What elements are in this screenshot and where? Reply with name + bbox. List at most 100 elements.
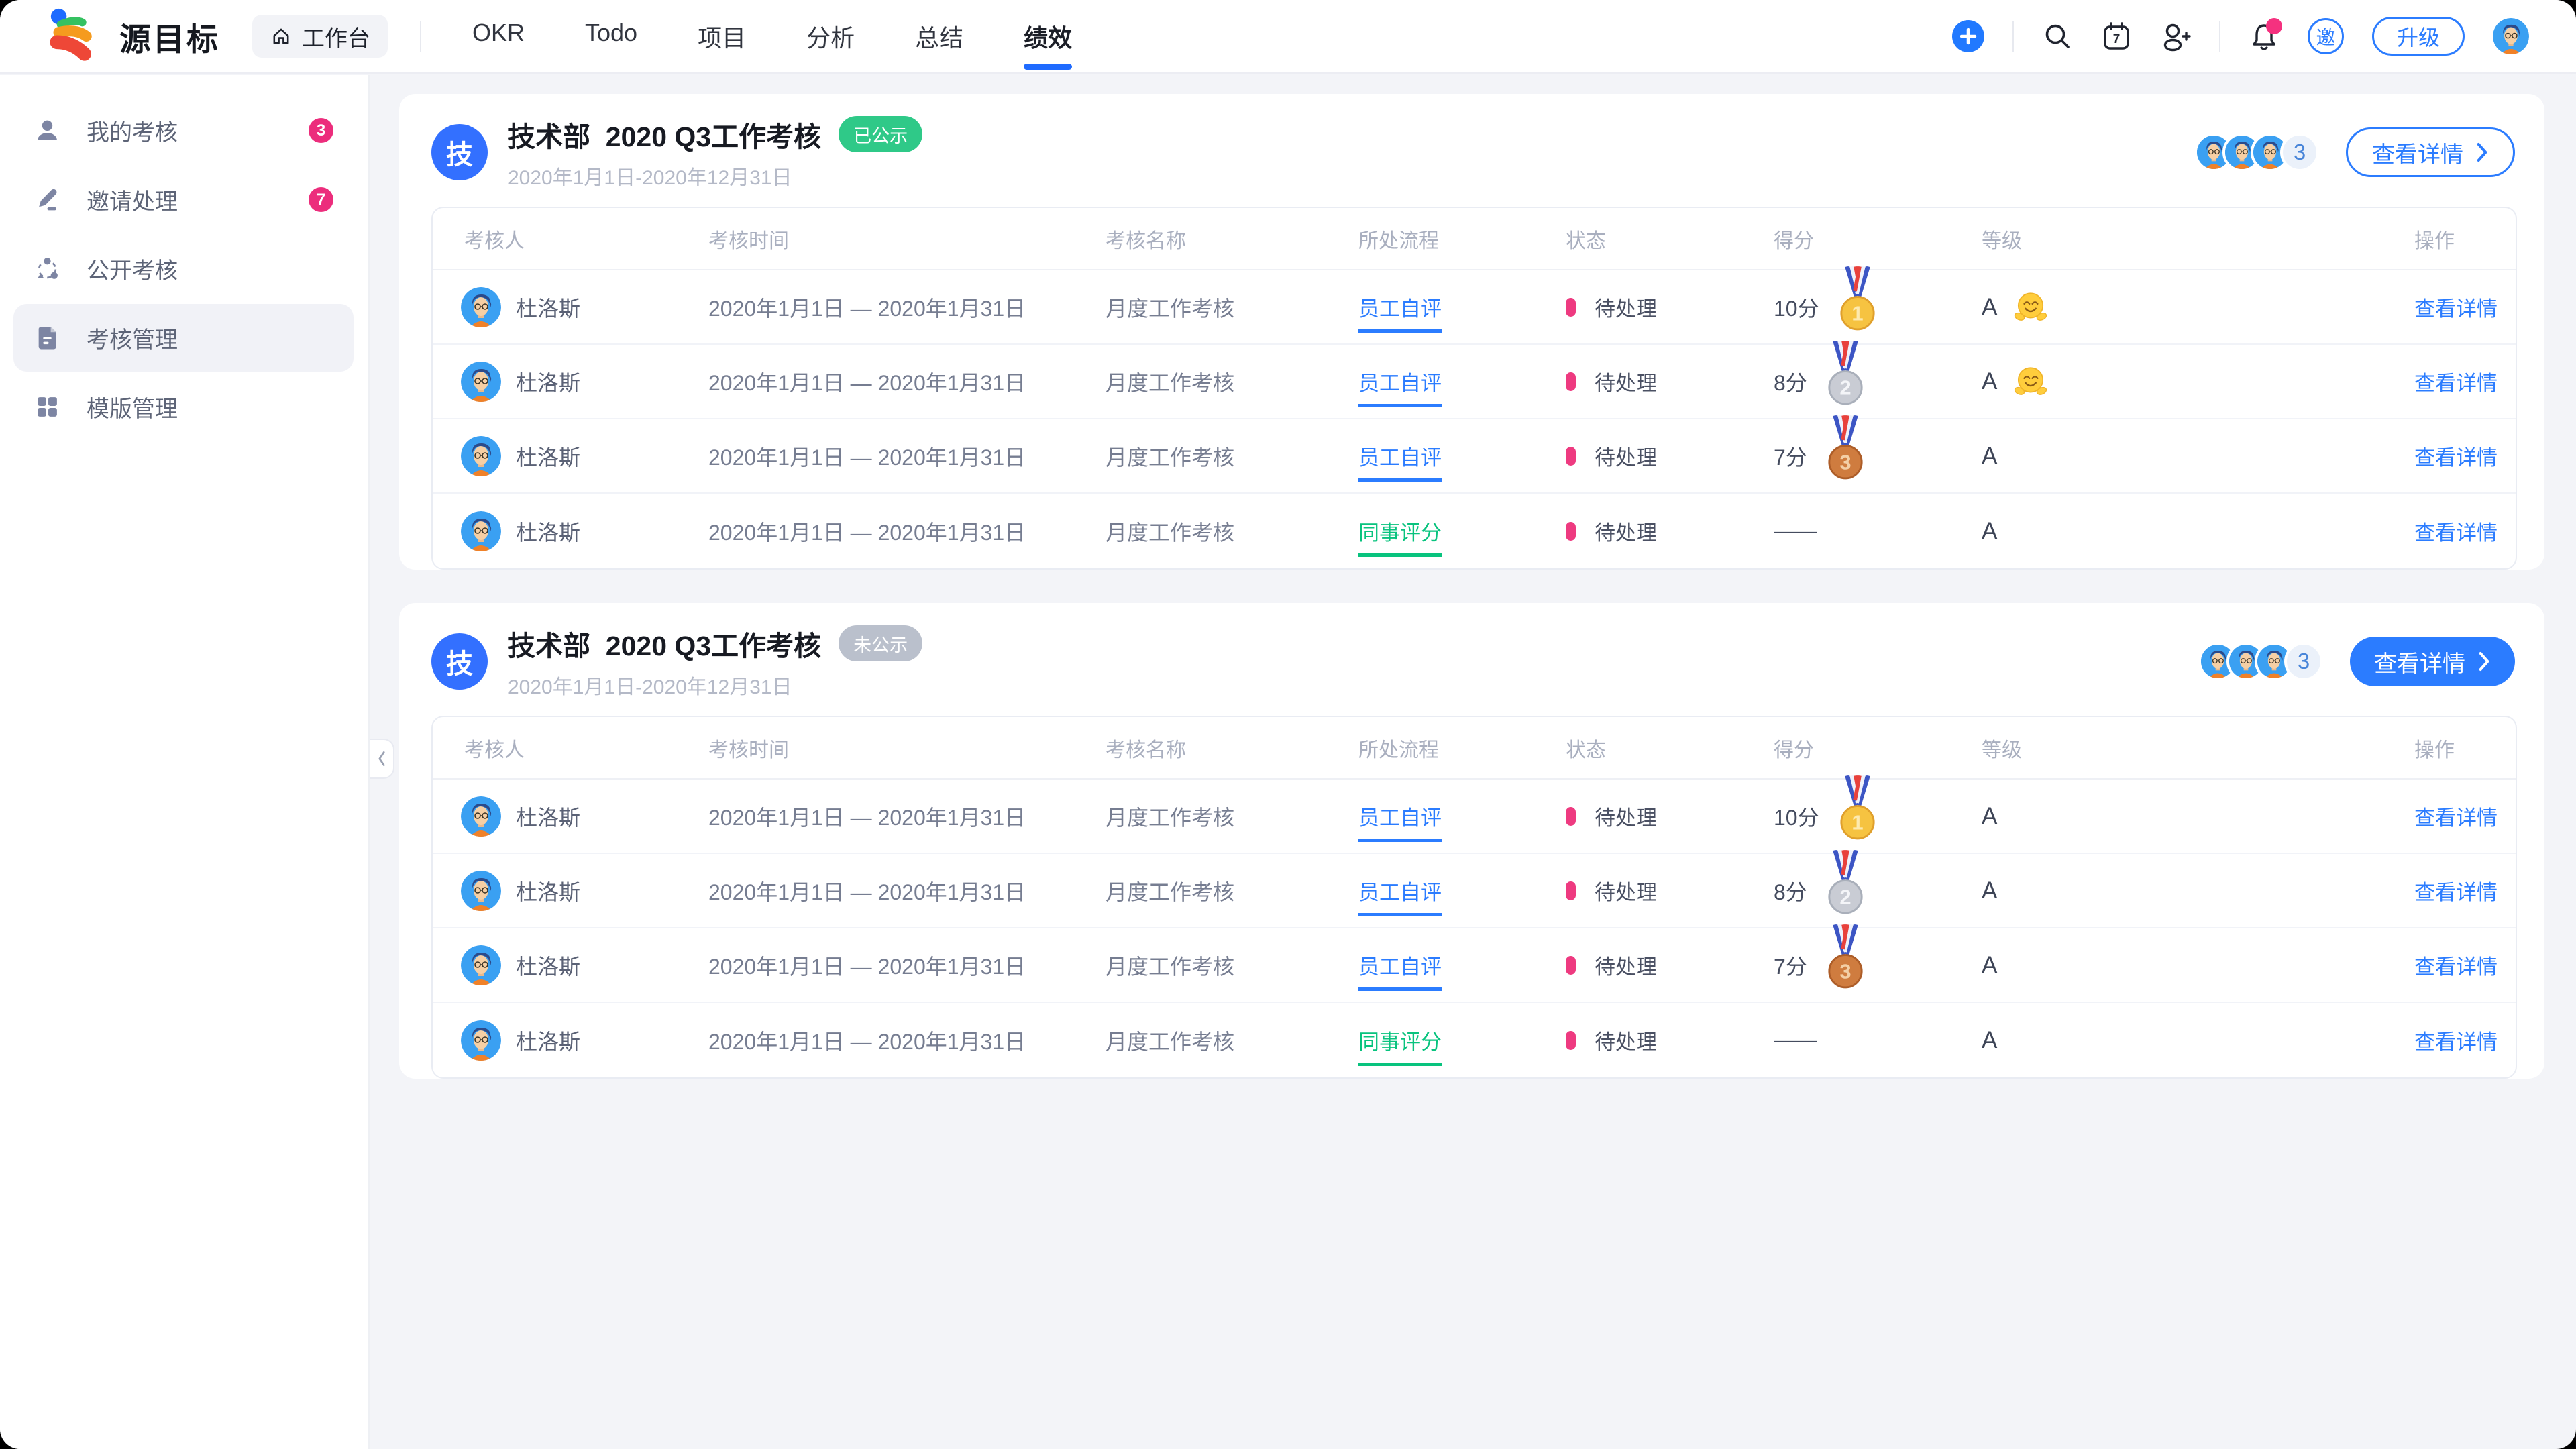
assessment-card: 技 技术部 2020 Q3工作考核 已公示 2020年1月1日-2020年12月…: [399, 94, 2544, 570]
table-row: 杜洛斯 2020年1月1日 — 2020年1月31日 月度工作考核 员工自评 待…: [433, 345, 2516, 419]
sidebar-item-invitations[interactable]: 邀请处理 7: [13, 166, 354, 233]
assessment-name-cell: 月度工作考核: [1106, 516, 1358, 547]
assessee-cell: 杜洛斯: [433, 511, 708, 551]
assessee-cell: 杜洛斯: [433, 436, 708, 476]
person-add-icon: [2160, 21, 2191, 52]
department-avatar: 技: [431, 633, 488, 690]
view-detail-link[interactable]: 查看详情: [2414, 521, 2498, 545]
sidebar-item-my-assessments[interactable]: 我的考核 3: [13, 97, 354, 164]
workspace-button[interactable]: 工作台: [252, 15, 388, 58]
stage-link[interactable]: 同事评分: [1358, 1030, 1442, 1066]
grade-value: A: [1982, 518, 1997, 545]
nav-okr[interactable]: OKR: [472, 19, 525, 54]
stage-link[interactable]: 员工自评: [1358, 806, 1442, 842]
card-header-actions: 3 查看详情: [2194, 127, 2515, 177]
col-header-score: 得分: [1774, 733, 1982, 763]
stage-link[interactable]: 员工自评: [1358, 881, 1442, 916]
view-detail-link[interactable]: 查看详情: [2414, 881, 2498, 904]
chevron-right-icon: [2475, 142, 2489, 163]
sidebar-item-label: 邀请处理: [87, 183, 178, 216]
action-cell: 查看详情: [2414, 875, 2516, 906]
score-cell: 8分 2: [1774, 349, 1982, 414]
grid-icon: [35, 394, 60, 419]
view-detail-link[interactable]: 查看详情: [2414, 955, 2498, 979]
table-row: 杜洛斯 2020年1月1日 — 2020年1月31日 月度工作考核 员工自评 待…: [433, 419, 2516, 494]
stage-link[interactable]: 员工自评: [1358, 955, 1442, 991]
sidebar-item-assessment-management[interactable]: 考核管理: [13, 304, 354, 372]
stage-link[interactable]: 员工自评: [1358, 372, 1442, 407]
view-detail-link[interactable]: 查看详情: [2414, 806, 2498, 830]
view-detail-link[interactable]: 查看详情: [2414, 297, 2498, 321]
upgrade-button[interactable]: 升级: [2372, 17, 2465, 56]
table-row: 杜洛斯 2020年1月1日 — 2020年1月31日 月度工作考核 员工自评 待…: [433, 928, 2516, 1003]
action-cell: 查看详情: [2414, 516, 2516, 546]
grade-cell: A: [1982, 877, 2414, 904]
sidebar-collapse-handle[interactable]: [370, 739, 394, 779]
assessee-cell: 杜洛斯: [433, 362, 708, 402]
view-detail-link[interactable]: 查看详情: [2414, 1030, 2498, 1054]
svg-text:2: 2: [1839, 885, 1851, 908]
col-header-grade: 等级: [1982, 733, 2414, 763]
table-row: 杜洛斯 2020年1月1日 — 2020年1月31日 月度工作考核 员工自评 待…: [433, 854, 2516, 928]
assessee-name: 杜洛斯: [516, 875, 580, 906]
main-nav: OKR Todo 项目 分析 总结 绩效: [472, 19, 1072, 54]
period-cell: 2020年1月1日 — 2020年1月31日: [708, 292, 1106, 323]
topbar-divider: [2219, 21, 2220, 52]
nav-project[interactable]: 项目: [698, 19, 746, 54]
period-cell: 2020年1月1日 — 2020年1月31日: [708, 516, 1106, 547]
status-cell: 待处理: [1566, 1025, 1774, 1055]
score-value: 10分: [1774, 292, 1819, 323]
grade-value: A: [1982, 1027, 1997, 1054]
sidebar-item-public-assessments[interactable]: 公开考核: [13, 235, 354, 303]
invite-button[interactable]: 邀: [2308, 18, 2344, 54]
stage-link[interactable]: 员工自评: [1358, 446, 1442, 482]
stage-link[interactable]: 员工自评: [1358, 297, 1442, 333]
assessee-avatar: [461, 796, 501, 837]
stage-link[interactable]: 同事评分: [1358, 521, 1442, 557]
score-value: 7分: [1774, 950, 1807, 981]
status-dot: [1566, 298, 1576, 317]
nav-summary[interactable]: 总结: [915, 19, 963, 54]
brand-logo: 源目标: [47, 7, 220, 66]
view-detail-link[interactable]: 查看详情: [2414, 372, 2498, 395]
nav-analysis[interactable]: 分析: [806, 19, 855, 54]
member-count: 3: [2284, 642, 2323, 681]
assessee-avatar: [461, 287, 501, 327]
assessee-avatar: [461, 436, 501, 476]
status-text: 待处理: [1595, 801, 1657, 831]
sidebar-item-label: 我的考核: [87, 114, 178, 147]
assessment-name-cell: 月度工作考核: [1106, 441, 1358, 472]
assessment-card: 技 技术部 2020 Q3工作考核 未公示 2020年1月1日-2020年12月…: [399, 603, 2544, 1079]
nav-todo[interactable]: Todo: [585, 19, 637, 54]
assessee-name: 杜洛斯: [516, 1025, 580, 1056]
status-dot: [1566, 447, 1576, 466]
app-window: 源目标 工作台 OKR Todo 项目 分析 总结 绩效: [0, 0, 2576, 1449]
add-member-button[interactable]: [2160, 21, 2191, 52]
table-row: 杜洛斯 2020年1月1日 — 2020年1月31日 月度工作考核 员工自评 待…: [433, 780, 2516, 854]
col-header-actions: 操作: [2414, 733, 2516, 763]
top-bar: 源目标 工作台 OKR Todo 项目 分析 总结 绩效: [0, 0, 2576, 74]
silver-medal-icon: 2: [1826, 850, 1865, 915]
table-row: 杜洛斯 2020年1月1日 — 2020年1月31日 月度工作考核 同事评分 待…: [433, 494, 2516, 568]
calendar-button[interactable]: 7: [2101, 21, 2132, 52]
nav-performance[interactable]: 绩效: [1024, 19, 1072, 54]
status-cell: 待处理: [1566, 441, 1774, 471]
notifications-button[interactable]: [2249, 21, 2279, 52]
gold-medal-icon: 1: [1838, 775, 1877, 841]
create-button[interactable]: [1952, 20, 1984, 52]
pencil-icon: [35, 187, 60, 212]
status-cell: 待处理: [1566, 801, 1774, 831]
view-detail-link[interactable]: 查看详情: [2414, 446, 2498, 470]
sidebar-item-template-management[interactable]: 模版管理: [13, 373, 354, 441]
user-avatar[interactable]: [2493, 18, 2529, 54]
view-details-button[interactable]: 查看详情: [2350, 637, 2515, 686]
score-value: 8分: [1774, 366, 1807, 397]
view-details-button[interactable]: 查看详情: [2346, 127, 2515, 177]
assessee-name: 杜洛斯: [516, 441, 580, 472]
stage-cell: 员工自评: [1358, 292, 1566, 322]
table-row: 杜洛斯 2020年1月1日 — 2020年1月31日 月度工作考核 同事评分 待…: [433, 1003, 2516, 1077]
search-button[interactable]: [2042, 21, 2073, 52]
sidebar: 我的考核 3 邀请处理 7 公开考核: [0, 75, 370, 1449]
publish-status-badge: 已公示: [839, 116, 922, 152]
document-icon: [35, 325, 60, 350]
